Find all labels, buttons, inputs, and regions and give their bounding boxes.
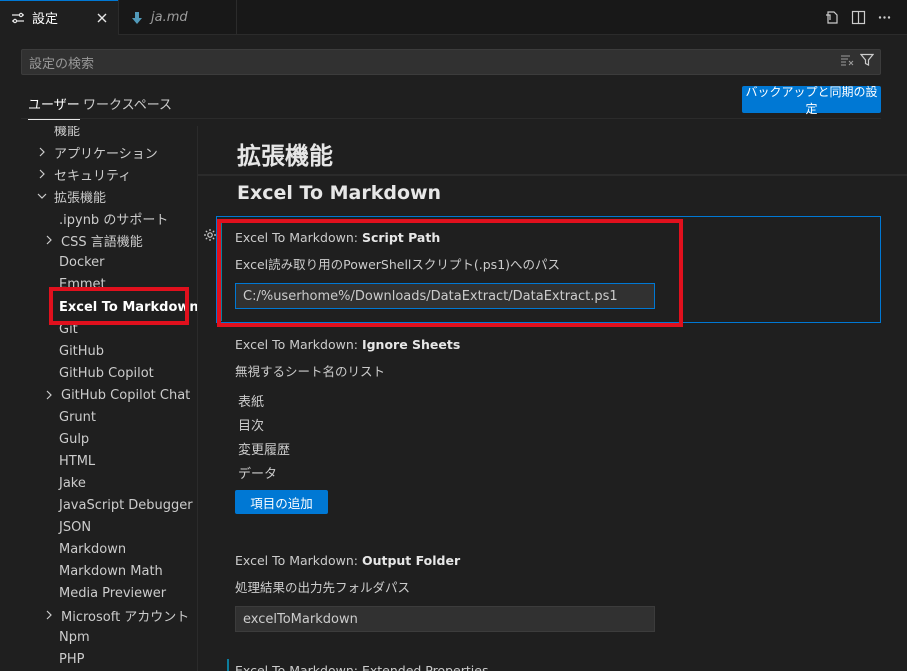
markdown-arrow-icon xyxy=(129,10,145,26)
setting-name: Output Folder xyxy=(361,553,461,568)
toc-item-label: GitHub xyxy=(59,343,105,359)
settings-editor: 拡張機能 Excel To Markdown Excel To Markdown… xyxy=(198,126,907,671)
toc-item-partial[interactable]: 機能 xyxy=(54,126,80,139)
setting-prefix: Excel To Markdown: xyxy=(235,337,362,352)
list-item[interactable]: 表紙 xyxy=(238,391,264,410)
toc-item-label: Grunt xyxy=(59,409,96,425)
tab-settings[interactable]: 設定 xyxy=(0,0,119,35)
setting-description: 処理結果の出力先フォルダパス xyxy=(235,580,411,595)
toc-item-label: Markdown xyxy=(59,541,127,557)
setting-title: Excel To Markdown: Ignore Sheets xyxy=(235,337,875,355)
list-item[interactable]: 変更履歴 xyxy=(238,439,290,458)
search-placeholder: 設定の検索 xyxy=(29,56,95,72)
toc-item-php[interactable]: PHP xyxy=(20,648,84,670)
split-editor-icon[interactable] xyxy=(850,9,867,26)
scope-divider xyxy=(21,118,881,119)
chevron-right-icon xyxy=(43,234,55,246)
setting-output-folder: Excel To Markdown: Output Folder 処理結果の出力… xyxy=(235,553,875,632)
toc-item-json[interactable]: JSON xyxy=(20,516,91,538)
section-heading: 拡張機能 xyxy=(237,142,333,170)
setting-description: 無視するシート名のリスト xyxy=(235,364,386,379)
toc-item-label: GitHub Copilot Chat xyxy=(61,387,191,403)
chevron-right-icon xyxy=(43,389,55,401)
scope-tab-workspace[interactable]: ワークスペース xyxy=(83,94,172,113)
add-item-button[interactable]: 項目の追加 xyxy=(235,490,328,514)
setting-ignore-sheets: Excel To Markdown: Ignore Sheets 無視するシート… xyxy=(235,337,875,380)
tab-settings-label: 設定 xyxy=(32,12,59,27)
toc-item-application[interactable]: アプリケーション xyxy=(20,141,158,163)
highlight-box-setting xyxy=(217,219,683,327)
toc-item-microsoft-account[interactable]: Microsoft アカウント xyxy=(20,604,189,626)
toc-item-security[interactable]: セキュリティ xyxy=(20,163,131,185)
chevron-right-icon xyxy=(36,146,48,158)
more-actions-icon[interactable] xyxy=(876,9,893,26)
toc-item-label: HTML xyxy=(59,453,96,469)
settings-icon xyxy=(10,10,26,26)
toc-item-github-copilot-chat[interactable]: GitHub Copilot Chat xyxy=(20,384,190,406)
toc-item-grunt[interactable]: Grunt xyxy=(20,406,96,428)
chevron-right-icon xyxy=(36,168,48,180)
tab-ja-md[interactable]: ja.md xyxy=(119,0,237,35)
output-folder-input[interactable]: excelToMarkdown xyxy=(235,606,655,632)
gear-icon[interactable] xyxy=(202,227,218,243)
modified-indicator xyxy=(227,659,229,671)
chevron-right-icon xyxy=(43,609,55,621)
scope-tab-user[interactable]: ユーザー xyxy=(28,94,80,120)
subsection-heading: Excel To Markdown xyxy=(237,182,442,204)
toc-item-label: Microsoft アカウント xyxy=(61,609,190,625)
toc-item-label: Media Previewer xyxy=(59,585,167,601)
list-item[interactable]: 目次 xyxy=(238,415,264,434)
toc-item-markdown[interactable]: Markdown xyxy=(20,538,126,560)
toc-item-ipynb[interactable]: .ipynb のサポート xyxy=(20,207,168,229)
toc-item-github-copilot[interactable]: GitHub Copilot xyxy=(20,362,154,384)
toc-item-javascript-debugger[interactable]: JavaScript Debugger xyxy=(20,494,193,516)
toc-item-label: Gulp xyxy=(59,431,90,447)
editor-tab-bar: 設定 ja.md xyxy=(0,0,907,35)
toc-item-label: Npm xyxy=(59,629,90,645)
toc-item-label: JavaScript Debugger xyxy=(59,497,193,513)
toc-item-media-previewer[interactable]: Media Previewer xyxy=(20,582,166,604)
open-settings-json-icon[interactable] xyxy=(824,9,841,26)
toc-item-label: JSON xyxy=(59,519,92,535)
toc-item-npm[interactable]: Npm xyxy=(20,626,90,648)
toc-item-label: .ipynb のサポート xyxy=(59,212,169,228)
toc-item-docker[interactable]: Docker xyxy=(20,251,105,273)
editor-actions xyxy=(824,9,893,26)
toc-item-label: CSS 言語機能 xyxy=(61,234,143,250)
close-icon[interactable] xyxy=(94,10,110,26)
setting-name: Ignore Sheets xyxy=(361,337,461,352)
toc-item-label: Docker xyxy=(59,254,105,270)
toc-item-label: PHP xyxy=(59,651,85,667)
section-divider xyxy=(198,174,907,176)
settings-search-input[interactable]: 設定の検索 xyxy=(21,49,881,75)
tab-ja-md-label: ja.md xyxy=(151,10,188,25)
chevron-down-icon xyxy=(36,190,48,202)
toc-item-jake[interactable]: Jake xyxy=(20,472,86,494)
toc-item-css[interactable]: CSS 言語機能 xyxy=(20,229,143,251)
toc-item-markdown-math[interactable]: Markdown Math xyxy=(20,560,163,582)
settings-toc: 機能 アプリケーション セキュリティ 拡張機能 .ipynb のサポート CSS… xyxy=(20,126,197,671)
toc-item-github[interactable]: GitHub xyxy=(20,340,104,362)
toc-item-html[interactable]: HTML xyxy=(20,450,95,472)
toc-item-label: GitHub Copilot xyxy=(59,365,154,381)
highlight-box-toc xyxy=(49,287,189,325)
setting-prefix: Excel To Markdown: xyxy=(235,553,362,568)
toc-item-label: Jake xyxy=(59,475,86,491)
filter-icon[interactable] xyxy=(859,53,875,71)
toc-item-extensions[interactable]: 拡張機能 xyxy=(20,185,106,207)
toc-item-label: アプリケーション xyxy=(54,146,158,162)
toc-item-label: セキュリティ xyxy=(54,168,132,184)
backup-sync-button[interactable]: バックアップと同期の設定 xyxy=(742,85,881,116)
list-item[interactable]: データ xyxy=(238,463,277,482)
filter-clear-icon[interactable] xyxy=(840,54,854,70)
toc-item-label: 拡張機能 xyxy=(54,190,107,206)
toc-item-gulp[interactable]: Gulp xyxy=(20,428,89,450)
next-setting-title: Excel To Markdown: Extended Properties xyxy=(235,663,489,671)
toc-item-label: Markdown Math xyxy=(59,563,163,579)
setting-title: Excel To Markdown: Output Folder xyxy=(235,553,875,571)
